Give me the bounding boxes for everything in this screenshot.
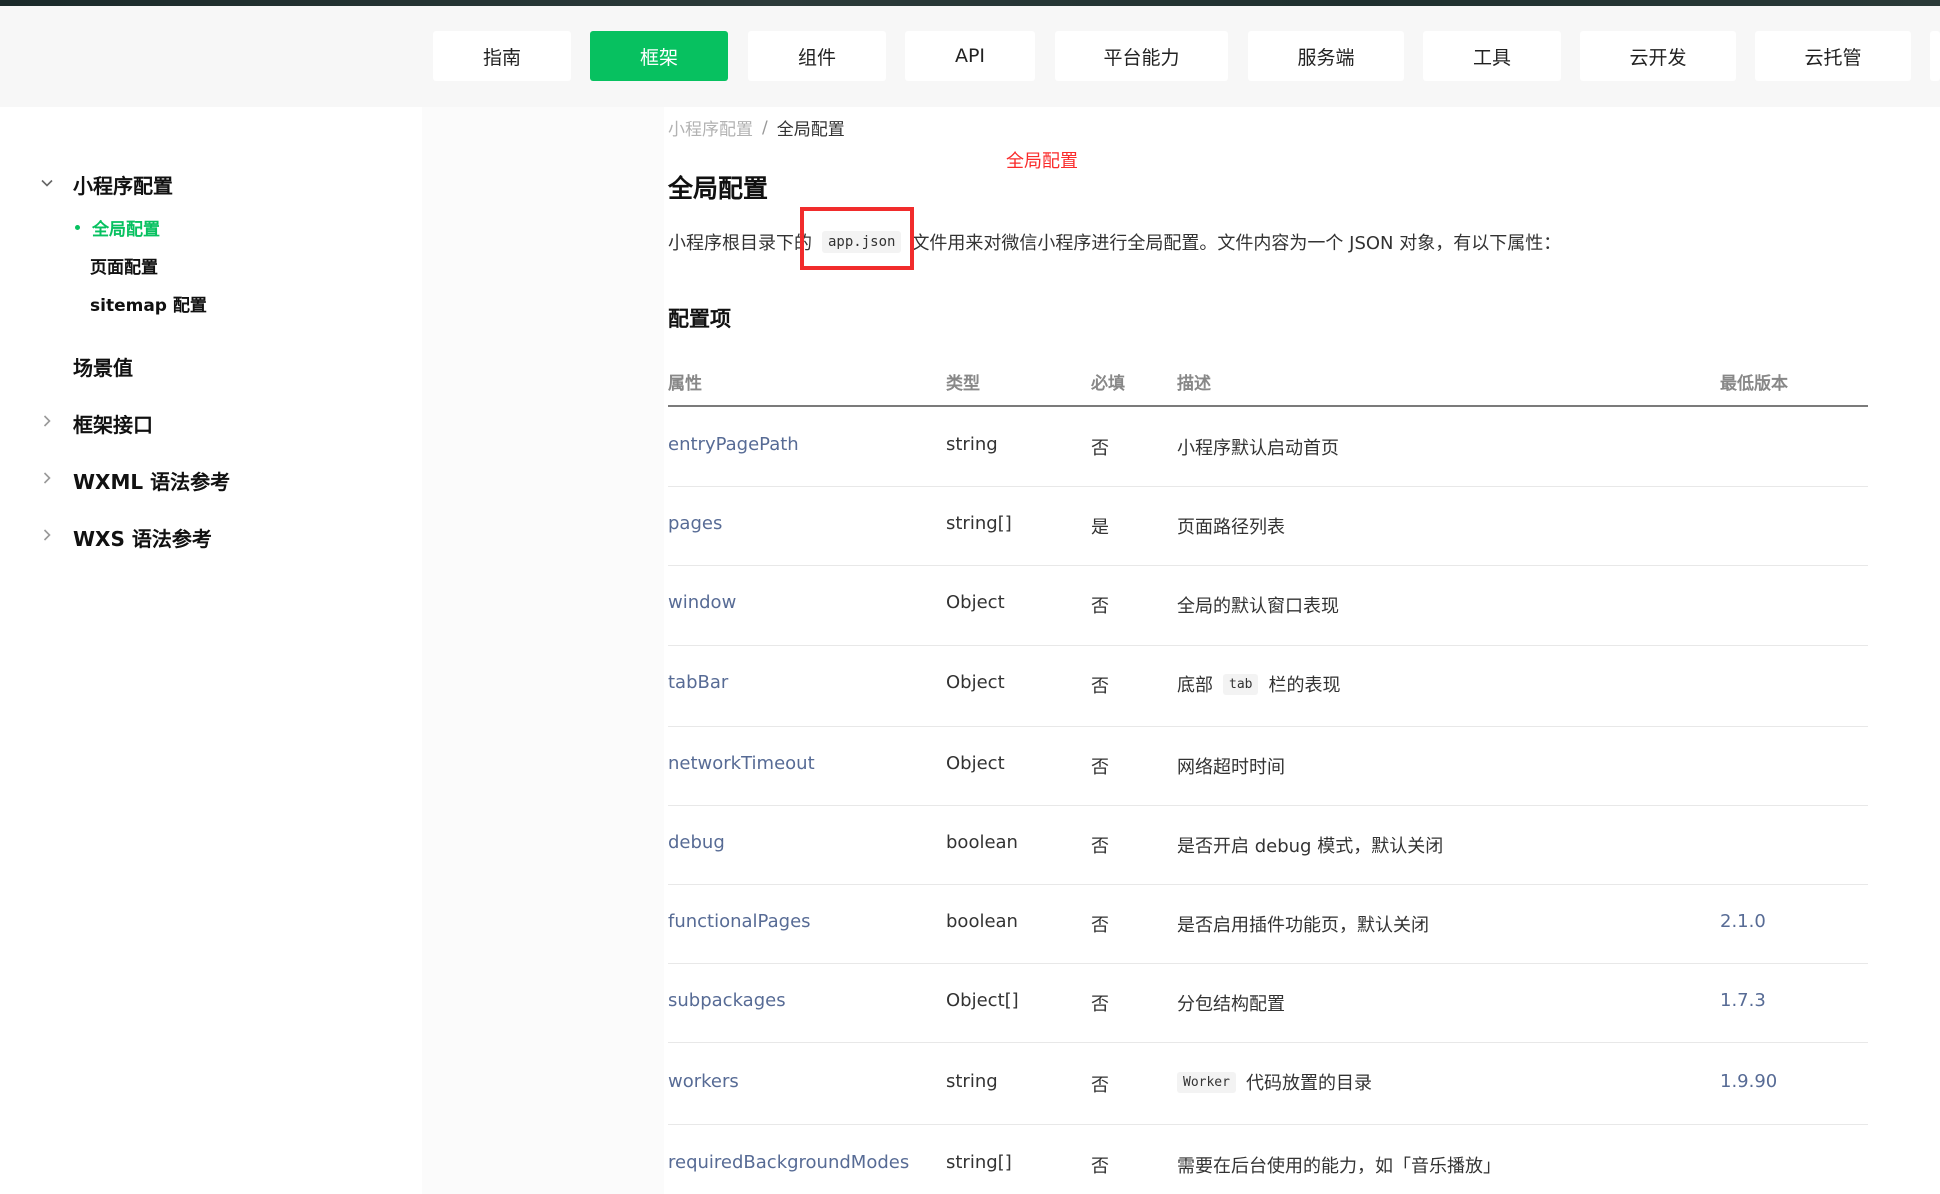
row-type: string: [946, 1071, 998, 1092]
row-divider: [668, 726, 1868, 727]
row-desc: 需要在后台使用的能力，如「音乐播放」: [1177, 1156, 1501, 1177]
row-required: 否: [1091, 915, 1109, 936]
nav-tab-guide[interactable]: 指南: [433, 31, 571, 81]
row-divider: [668, 1124, 1868, 1125]
row-version: 1.9.90: [1720, 1071, 1778, 1092]
breadcrumb-separator: /: [762, 117, 768, 138]
row-desc: 是否开启 debug 模式，默认关闭: [1177, 836, 1444, 857]
row-required: 否: [1091, 994, 1109, 1015]
row-required: 是: [1091, 517, 1109, 538]
row-version: 1.7.3: [1720, 990, 1766, 1011]
row-type: Object: [946, 592, 1005, 613]
th-version: 最低版本: [1720, 374, 1788, 394]
row-type: string[]: [946, 513, 1012, 534]
table-header-divider: [668, 405, 1868, 407]
sidebar-group-scene-values[interactable]: 场景值: [73, 352, 133, 381]
nav-tab-tools[interactable]: 工具: [1423, 31, 1561, 81]
row-desc: Worker 代码放置的目录: [1177, 1067, 1372, 1097]
row-type: string: [946, 434, 998, 455]
th-desc: 描述: [1177, 374, 1211, 394]
nav-tab-components[interactable]: 组件: [748, 31, 886, 81]
nav-tab-server[interactable]: 服务端: [1248, 31, 1404, 81]
annotation-label: 全局配置: [1006, 151, 1078, 172]
nav-tab-platform[interactable]: 平台能力: [1055, 31, 1228, 81]
th-type: 类型: [946, 374, 980, 394]
row-type: boolean: [946, 832, 1018, 853]
row-required: 否: [1091, 676, 1109, 697]
sidebar-item-page-config[interactable]: 页面配置: [90, 253, 158, 278]
row-required: 否: [1091, 596, 1109, 617]
nav-tab-cloud-hosting[interactable]: 云托管: [1755, 31, 1911, 81]
row-required: 否: [1091, 836, 1109, 857]
row-desc: 小程序默认启动首页: [1177, 438, 1339, 459]
row-divider: [668, 1042, 1868, 1043]
row-divider: [668, 963, 1868, 964]
row-required: 否: [1091, 757, 1109, 778]
row-divider: [668, 565, 1868, 566]
row-desc: 分包结构配置: [1177, 994, 1285, 1015]
row-divider: [668, 805, 1868, 806]
breadcrumb-parent-link[interactable]: 小程序配置: [668, 115, 753, 140]
row-version: 2.1.0: [1720, 911, 1766, 932]
row-attr-requiredbackgroundmodes[interactable]: requiredBackgroundModes: [668, 1152, 909, 1173]
code-worker: Worker: [1177, 1071, 1236, 1093]
chevron-down-icon[interactable]: [38, 174, 56, 192]
nav-tab-cloud-dev[interactable]: 云开发: [1580, 31, 1736, 81]
chevron-right-icon[interactable]: [38, 526, 56, 544]
row-attr-entrypagepath[interactable]: entryPagePath: [668, 434, 799, 455]
nav-tab-framework[interactable]: 框架: [590, 31, 728, 81]
highlight-box: [800, 207, 914, 270]
sidebar-group-wxs-reference[interactable]: WXS 语法参考: [73, 523, 212, 552]
row-desc: 是否启用插件功能页，默认关闭: [1177, 915, 1429, 936]
th-attr: 属性: [668, 374, 702, 394]
row-divider: [668, 486, 1868, 487]
nav-tab-api[interactable]: API: [905, 31, 1035, 81]
row-attr-subpackages[interactable]: subpackages: [668, 990, 786, 1011]
top-nav-bar: 指南 框架 组件 API 平台能力 服务端 工具 云开发 云托管: [0, 6, 1940, 107]
row-required: 否: [1091, 438, 1109, 459]
nav-tab-overflow[interactable]: [1930, 31, 1940, 81]
sidebar-group-miniprogram-config[interactable]: 小程序配置: [73, 170, 173, 199]
row-type: Object: [946, 753, 1005, 774]
row-attr-networktimeout[interactable]: networkTimeout: [668, 753, 815, 774]
row-desc: 全局的默认窗口表现: [1177, 596, 1339, 617]
active-bullet: [75, 225, 80, 230]
th-required: 必填: [1091, 374, 1125, 394]
row-attr-workers[interactable]: workers: [668, 1071, 739, 1092]
row-desc: 页面路径列表: [1177, 517, 1285, 538]
row-type: string[]: [946, 1152, 1012, 1173]
page-title: 全局配置: [668, 174, 769, 203]
row-attr-debug[interactable]: debug: [668, 832, 725, 853]
row-desc: 网络超时时间: [1177, 757, 1285, 778]
row-attr-tabbar[interactable]: tabBar: [668, 672, 728, 693]
chevron-right-icon[interactable]: [38, 469, 56, 487]
sidebar-group-framework-interface[interactable]: 框架接口: [73, 409, 153, 438]
code-tab: tab: [1223, 673, 1259, 695]
breadcrumb: 小程序配置 / 全局配置: [668, 115, 845, 141]
row-required: 否: [1091, 1156, 1109, 1177]
row-attr-pages[interactable]: pages: [668, 513, 722, 534]
row-type: Object: [946, 672, 1005, 693]
sidebar-item-sitemap-config[interactable]: sitemap 配置: [90, 291, 207, 316]
row-desc: 底部 tab 栏的表现: [1177, 673, 1341, 696]
row-divider: [668, 884, 1868, 885]
row-divider: [668, 645, 1868, 646]
breadcrumb-current: 全局配置: [776, 120, 845, 140]
row-type: Object[]: [946, 990, 1019, 1011]
sidebar: 小程序配置 全局配置 页面配置 sitemap 配置 场景值 框架接口 WXML…: [0, 107, 422, 1194]
section-title: 配置项: [668, 307, 731, 331]
row-attr-functionalpages[interactable]: functionalPages: [668, 911, 811, 932]
row-attr-window[interactable]: window: [668, 592, 736, 613]
row-required: 否: [1091, 1075, 1109, 1096]
main-content: 小程序配置 / 全局配置 全局配置 全局配置 小程序根目录下的 app.json…: [664, 107, 1940, 1194]
sidebar-item-global-config[interactable]: 全局配置: [75, 215, 160, 240]
sidebar-group-wxml-reference[interactable]: WXML 语法参考: [73, 466, 230, 495]
sidebar-gutter: [422, 107, 664, 1194]
row-type: boolean: [946, 911, 1018, 932]
chevron-right-icon[interactable]: [38, 412, 56, 430]
